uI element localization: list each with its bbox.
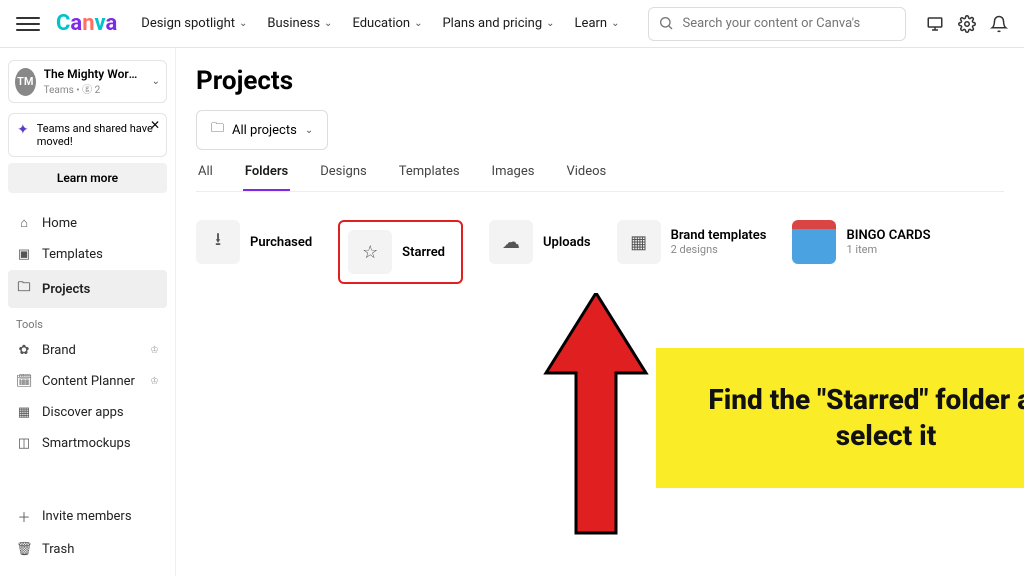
sidebar-item-label: Invite members	[42, 509, 132, 524]
annotation-callout: Find the "Starred" folder and select it	[656, 348, 1024, 488]
sidebar-item-smartmockups[interactable]: ◫ Smartmockups	[8, 428, 167, 459]
chevron-down-icon: ⌄	[414, 18, 422, 29]
search-input[interactable]	[648, 7, 907, 41]
sidebar-item-label: Content Planner	[42, 374, 135, 389]
crown-icon: ♔	[150, 376, 159, 387]
upload-icon: ☁	[489, 220, 533, 264]
mockup-icon: ◫	[16, 436, 32, 451]
nav-plans[interactable]: Plans and pricing⌄	[442, 16, 554, 31]
folder-uploads[interactable]: ☁ Uploads	[489, 220, 591, 264]
sparkle-icon: ✦	[17, 122, 29, 148]
chevron-down-icon: ⌄	[546, 18, 554, 29]
trash-icon: 🗑	[16, 542, 32, 557]
sidebar: TM The Mighty WordS... Teams • ⓖ 2 ⌄ ✦ T…	[0, 48, 176, 576]
folder-brand-templates[interactable]: ▦ Brand templates 2 designs	[617, 220, 767, 264]
chevron-down-icon: ⌄	[239, 18, 247, 29]
brand-icon: ✿	[16, 343, 32, 358]
sidebar-item-home[interactable]: ⌂ Home	[8, 207, 167, 239]
chevron-down-icon: ⌄	[324, 18, 332, 29]
search-icon	[658, 15, 674, 31]
sidebar-item-label: Smartmockups	[42, 436, 131, 451]
folder-bingo-cards[interactable]: BINGO CARDS 1 item	[792, 220, 930, 264]
team-sub: Teams • ⓖ 2	[44, 81, 144, 96]
sidebar-item-label: Templates	[42, 247, 103, 262]
tab-videos[interactable]: Videos	[564, 164, 608, 191]
sidebar-item-label: Home	[42, 216, 77, 231]
sidebar-item-label: Projects	[42, 282, 90, 297]
team-switcher[interactable]: TM The Mighty WordS... Teams • ⓖ 2 ⌄	[8, 60, 167, 103]
top-nav: Design spotlight⌄ Business⌄ Education⌄ P…	[141, 16, 619, 31]
template-icon: ▣	[16, 247, 32, 262]
tabs: All Folders Designs Templates Images Vid…	[196, 164, 1004, 192]
sidebar-item-label: Trash	[42, 542, 74, 557]
star-icon: ☆	[348, 230, 392, 274]
sidebar-item-label: Discover apps	[42, 405, 124, 420]
tab-templates[interactable]: Templates	[397, 164, 462, 191]
sidebar-item-brand[interactable]: ✿ Brand ♔	[8, 335, 167, 366]
chevron-down-icon: ⌄	[152, 76, 160, 87]
folders-row: ⭳ Purchased ☆ Starred ☁ Uploads ▦ Brand …	[196, 220, 1004, 284]
plus-icon: ＋	[16, 507, 32, 526]
tab-all[interactable]: All	[196, 164, 215, 191]
avatar: TM	[15, 68, 36, 96]
search-wrap	[648, 7, 907, 41]
grid-icon: ▦	[617, 220, 661, 264]
chevron-down-icon: ⌄	[305, 125, 313, 136]
sidebar-item-discover-apps[interactable]: ▦ Discover apps	[8, 397, 167, 428]
close-icon[interactable]: ✕	[150, 118, 160, 132]
folder-purchased[interactable]: ⭳ Purchased	[196, 220, 312, 264]
nav-design-spotlight[interactable]: Design spotlight⌄	[141, 16, 247, 31]
sidebar-item-content-planner[interactable]: 🗓 Content Planner ♔	[8, 366, 167, 397]
callout-text: Find the "Starred" folder and select it	[676, 382, 1024, 455]
info-banner: ✦ Teams and shared have moved! ✕	[8, 113, 167, 157]
sidebar-item-projects[interactable]: 🗀 Projects	[8, 270, 167, 308]
topbar: Canva Design spotlight⌄ Business⌄ Educat…	[0, 0, 1024, 48]
calendar-icon: 🗓	[16, 374, 32, 389]
banner-text: Teams and shared have moved!	[37, 122, 158, 148]
folder-icon: 🗀	[16, 278, 32, 300]
apps-icon: ▦	[16, 405, 32, 420]
nav-business[interactable]: Business⌄	[267, 16, 332, 31]
folder-label: BINGO CARDS	[846, 228, 930, 243]
folder-sub: 2 designs	[671, 243, 767, 256]
sidebar-item-templates[interactable]: ▣ Templates	[8, 239, 167, 270]
folder-label: Purchased	[250, 235, 312, 250]
hamburger-menu-icon[interactable]	[16, 12, 40, 36]
gear-icon[interactable]	[958, 15, 976, 33]
tab-images[interactable]: Images	[490, 164, 537, 191]
folder-sub: 1 item	[846, 243, 930, 256]
nav-learn[interactable]: Learn⌄	[575, 16, 620, 31]
main-content: Projects 🗀 All projects ⌄ All Folders De…	[176, 48, 1024, 576]
tab-folders[interactable]: Folders	[243, 164, 290, 191]
canva-logo[interactable]: Canva	[56, 11, 117, 36]
home-icon: ⌂	[16, 215, 32, 231]
crown-icon: ♔	[150, 345, 159, 356]
tools-heading: Tools	[16, 318, 167, 331]
bell-icon[interactable]	[990, 15, 1008, 33]
top-icons	[926, 15, 1008, 33]
projects-filter-dropdown[interactable]: 🗀 All projects ⌄	[196, 110, 328, 150]
bingo-thumbnail	[792, 220, 836, 264]
folder-icon: 🗀	[211, 119, 224, 141]
annotation-arrow	[536, 293, 656, 553]
folder-label: Uploads	[543, 235, 591, 250]
tab-designs[interactable]: Designs	[318, 164, 368, 191]
folder-label: Brand templates	[671, 228, 767, 243]
sidebar-item-trash[interactable]: 🗑 Trash	[8, 534, 167, 565]
sidebar-item-invite[interactable]: ＋ Invite members	[8, 499, 167, 534]
learn-more-button[interactable]: Learn more	[8, 163, 167, 193]
folder-label: Starred	[402, 245, 445, 260]
chevron-down-icon: ⌄	[611, 18, 619, 29]
nav-education[interactable]: Education⌄	[352, 16, 422, 31]
folder-starred[interactable]: ☆ Starred	[338, 220, 463, 284]
page-title: Projects	[196, 66, 1004, 96]
dropdown-label: All projects	[232, 123, 297, 138]
sidebar-item-label: Brand	[42, 343, 76, 358]
team-name: The Mighty WordS...	[44, 67, 144, 81]
download-icon: ⭳	[196, 220, 240, 264]
desktop-icon[interactable]	[926, 15, 944, 33]
